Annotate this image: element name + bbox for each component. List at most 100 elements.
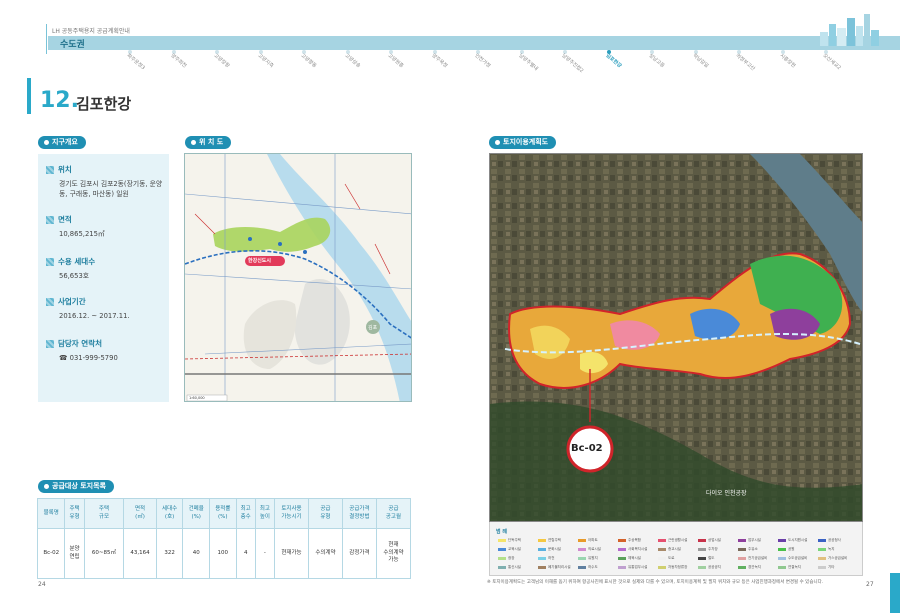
overview-area: 면적 10,865,215㎡ [46, 214, 105, 239]
legend-swatch [618, 539, 626, 542]
nav-item-8[interactable]: 인천가정 [474, 52, 493, 69]
overview-location: 위치 경기도 김포시 김포2동(장기동, 운양동, 구래동, 마산동) 일원 [46, 164, 167, 199]
legend-item: 연립주택 [538, 538, 561, 543]
table-cell: - [254, 528, 275, 579]
legend-swatch [538, 539, 546, 542]
district-nav: 파주운정3 양주회천 고양장항 고양지축 고양향동 고양삼송 고양원흥 양주옥정 인천가정 남양주… [126, 50, 858, 74]
series-label: LH 공동주택용지 공급계획안내 [52, 28, 130, 35]
table-cell: Bc-02 [36, 528, 66, 579]
section-accent [27, 78, 31, 114]
table-header-cell: 토지사용 가능시기 [273, 498, 309, 529]
header-bar [48, 36, 900, 50]
legend-item: 자동차정류장 [658, 565, 687, 570]
section-number: 12. [40, 88, 79, 113]
legend-item: 녹지 [818, 547, 834, 552]
table-cell: 40 [182, 528, 210, 579]
landuse-legend: 범 례 단독주택 연립주택 아파트 주상복합 근린생활시설 상업시설 업무시설 도시지원시설 공… [489, 522, 863, 576]
table-cell: 감정가격 [341, 528, 377, 579]
nav-item-1[interactable]: 양주회천 [169, 52, 188, 69]
overview-panel: 위치 경기도 김포시 김포2동(장기동, 운양동, 구래동, 마산동) 일원 면… [38, 154, 169, 402]
legend-swatch [498, 539, 506, 542]
table-header-cell: 블록명 [36, 498, 66, 529]
nav-item-5[interactable]: 고양삼송 [343, 52, 362, 69]
legend-item: 철도 [698, 556, 714, 561]
legend-item: 문화시설 [538, 547, 561, 552]
place-label: 다이오 인천공장 [706, 490, 747, 497]
legend-item: 연결녹지 [778, 565, 801, 570]
table-header-cell: 공급 유형 [307, 498, 343, 529]
legend-swatch [778, 557, 786, 560]
legend-swatch [778, 539, 786, 542]
legend-swatch [578, 557, 586, 560]
legend-swatch [658, 566, 666, 569]
legend-swatch [578, 548, 586, 551]
legend-item: 공원 [778, 547, 794, 552]
legend-swatch [698, 566, 706, 569]
page-number-right: 27 [866, 581, 874, 588]
nav-item-2[interactable]: 고양장항 [213, 52, 232, 69]
bullet-icon [46, 339, 54, 348]
nav-item-16[interactable]: 오산세교2 [822, 52, 843, 71]
table-cell: 분양 연립 [64, 528, 85, 579]
overview-heading: 지구개요 [38, 136, 86, 149]
table-header-cell: 최고 높이 [254, 498, 275, 529]
legend-item: 교육시설 [498, 547, 521, 552]
legend-item: 주유소 [738, 547, 758, 552]
section-title: 김포한강 [76, 95, 132, 113]
nav-item-14[interactable]: 의정부고산 [735, 52, 757, 72]
bullet-icon [46, 297, 54, 306]
landuse-satellite-map: Bc-02 다이오 인천공장 [489, 153, 863, 522]
nav-item-11[interactable]: 김포한강 [604, 52, 623, 69]
header-divider [46, 24, 47, 54]
legend-item: 공공공지 [698, 565, 721, 570]
nav-item-3[interactable]: 고양지축 [256, 52, 275, 69]
page-number-left: 24 [38, 581, 46, 588]
legend-item: 가스공급설비 [818, 556, 847, 561]
legend-swatch [818, 566, 826, 569]
legend-item: 근린생활시설 [658, 538, 687, 543]
bullet-icon [46, 215, 54, 224]
legend-swatch [658, 548, 666, 551]
location-map: 한강신도시 김포 1:60,000 [184, 153, 412, 402]
legend-title: 범 례 [496, 529, 507, 535]
nav-item-6[interactable]: 고양원흥 [387, 52, 406, 69]
legend-item: 기타 [818, 565, 834, 570]
nav-item-10[interactable]: 남양주진접2 [561, 52, 586, 74]
footnote: ※ 토지이용계획도는 고객님의 이해를 돕기 위하여 항공사진에 표시한 것으로… [487, 580, 824, 585]
legend-item: 수도공급설비 [778, 556, 807, 561]
legend-swatch [818, 548, 826, 551]
legend-swatch [738, 566, 746, 569]
table-header-cell: 최고 층수 [235, 498, 256, 529]
nav-item-15[interactable]: 시흥장현 [778, 52, 797, 69]
table-cell: 현재 수의계약 가능 [375, 528, 412, 579]
nav-item-4[interactable]: 고양향동 [300, 52, 319, 69]
nav-item-13[interactable]: 하남감일 [691, 52, 710, 69]
nav-item-0[interactable]: 파주운정3 [126, 52, 147, 71]
legend-swatch [778, 548, 786, 551]
legend-item: 의료시설 [578, 547, 601, 552]
legend-item: 폐기물처리시설 [538, 565, 571, 570]
table-header-cell: 세대수 (호) [155, 498, 184, 529]
nav-item-9[interactable]: 남양주별내 [517, 52, 539, 72]
supply-table: 블록명 주택 유형 주택 규모 면적 (㎡) 세대수 (호) 건폐율 (%) 용적률 (%)… [36, 498, 412, 579]
lot-label: Bc-02 [571, 443, 603, 454]
table-header-cell: 건폐율 (%) [182, 498, 210, 529]
legend-swatch [618, 548, 626, 551]
table-cell: 4 [235, 528, 256, 579]
table-cell: 수의계약 [307, 528, 343, 579]
legend-item: 종교시설 [658, 547, 681, 552]
legend-swatch [738, 539, 746, 542]
bullet-icon [46, 165, 54, 174]
legend-swatch [818, 539, 826, 542]
table-cell: 현재가능 [273, 528, 309, 579]
nav-item-12[interactable]: 성남고등 [648, 52, 667, 69]
legend-swatch [698, 548, 706, 551]
legend-swatch [778, 566, 786, 569]
table-cell: 322 [155, 528, 184, 579]
supply-heading: 공급대상 토지목록 [38, 480, 114, 493]
legend-item: 사회복지시설 [618, 547, 647, 552]
nav-item-7[interactable]: 양주옥정 [430, 52, 449, 69]
legend-swatch [818, 557, 826, 560]
region-title: 수도권 [60, 40, 85, 50]
legend-item: 도로 [658, 556, 674, 561]
